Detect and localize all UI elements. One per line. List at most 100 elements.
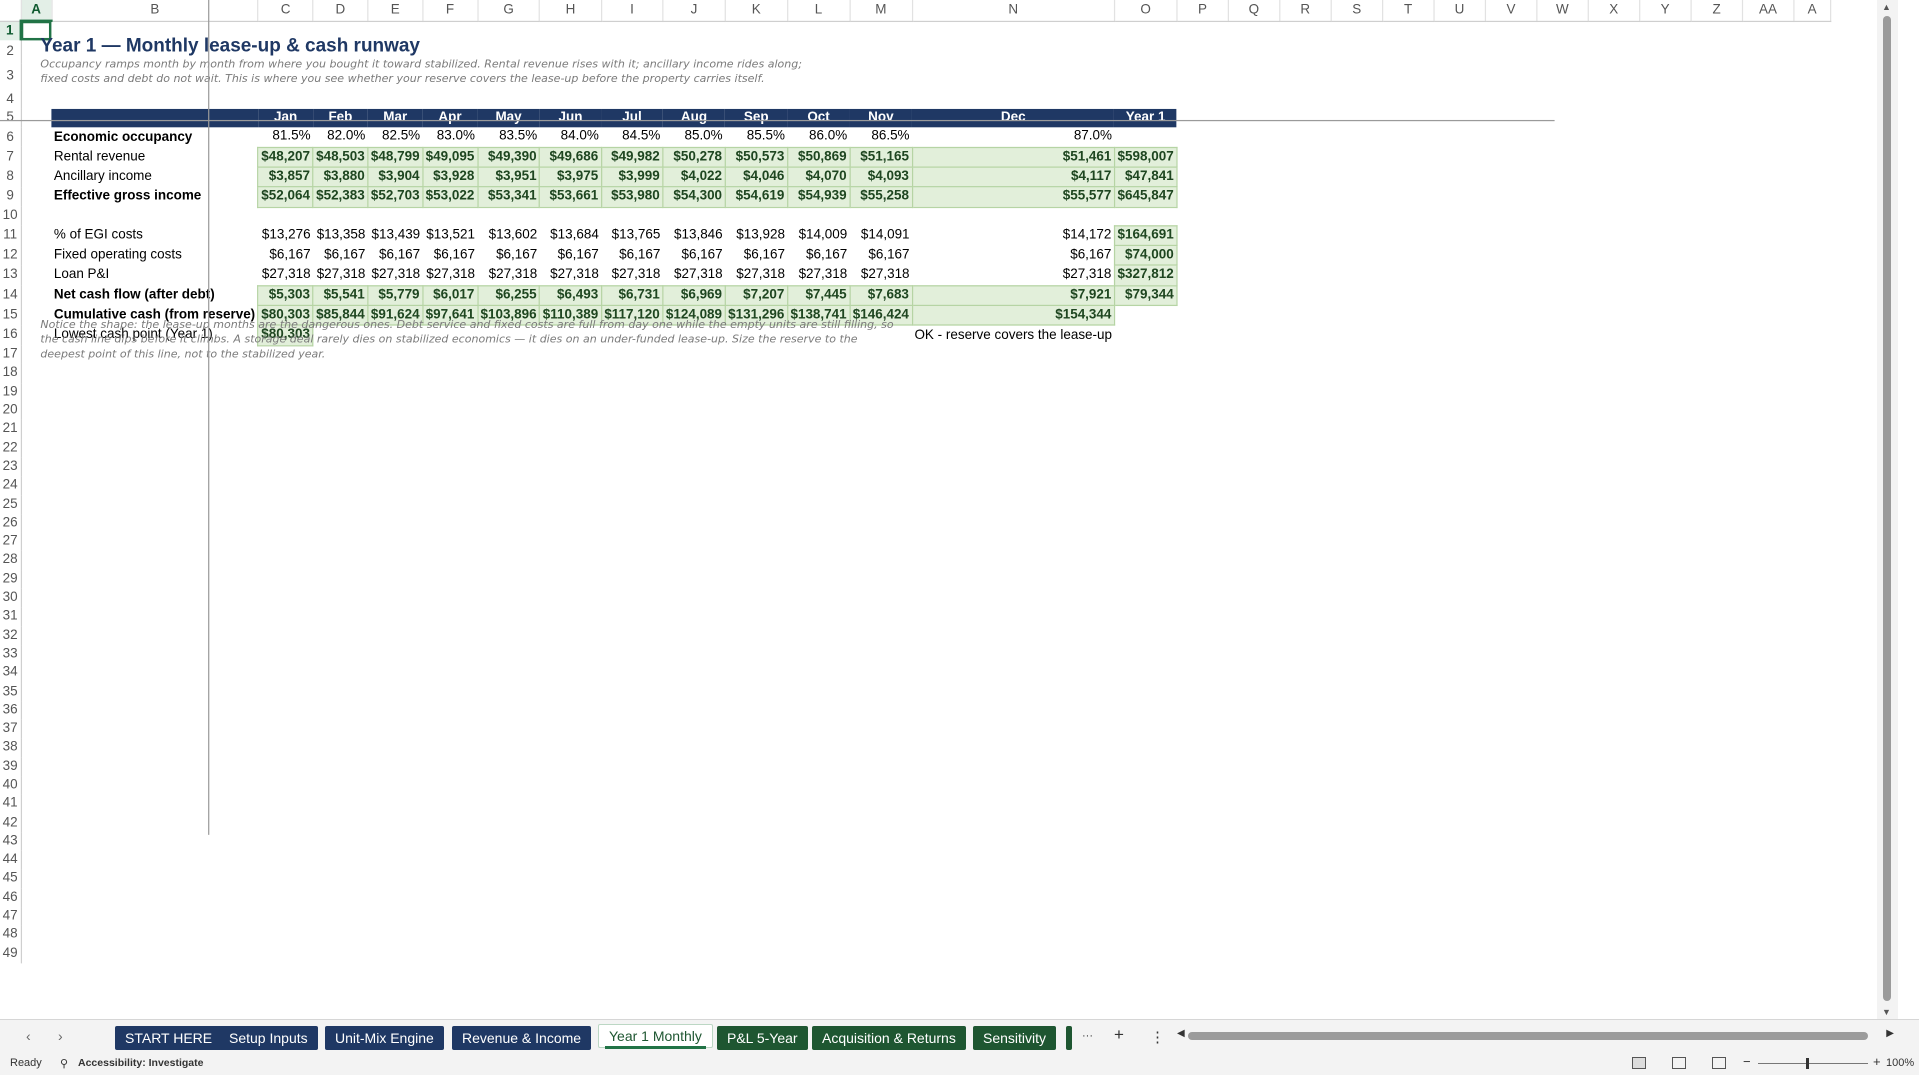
cell[interactable] (477, 458, 539, 477)
cell[interactable] (1177, 109, 1228, 128)
cell[interactable] (258, 757, 313, 776)
cell[interactable] (1485, 795, 1536, 814)
cell[interactable] (1280, 832, 1331, 851)
cell[interactable] (912, 589, 1114, 608)
cell[interactable] (1280, 21, 1331, 40)
cell[interactable] (725, 776, 787, 795)
cell[interactable] (1537, 364, 1588, 383)
cell[interactable] (601, 645, 663, 664)
cell[interactable] (423, 739, 478, 758)
cell[interactable] (1228, 945, 1279, 964)
cell[interactable] (1742, 589, 1793, 608)
cell[interactable] (1588, 383, 1639, 402)
cell[interactable] (725, 551, 787, 570)
cell[interactable] (1794, 682, 1831, 701)
cell[interactable] (1485, 907, 1536, 926)
cell[interactable] (1588, 286, 1639, 306)
value-cell[interactable]: $6,167 (258, 246, 313, 266)
column-header[interactable]: C (258, 0, 314, 22)
cell[interactable] (1794, 147, 1831, 167)
cell[interactable] (368, 776, 423, 795)
cell[interactable] (850, 589, 912, 608)
cell[interactable] (725, 514, 787, 533)
cell[interactable] (1434, 439, 1485, 458)
cell[interactable] (313, 626, 368, 645)
cell[interactable] (1331, 420, 1382, 439)
cell[interactable] (850, 551, 912, 570)
cell[interactable] (912, 207, 1114, 226)
cell[interactable] (21, 551, 52, 570)
cell[interactable] (1588, 345, 1639, 364)
column-header[interactable]: V (1485, 0, 1538, 22)
cell[interactable] (1794, 570, 1831, 589)
cell[interactable] (601, 476, 663, 495)
cell[interactable] (1331, 888, 1382, 907)
cell[interactable] (1228, 128, 1279, 147)
cell[interactable] (1280, 551, 1331, 570)
cell[interactable] (725, 626, 787, 645)
cell[interactable] (1114, 608, 1176, 627)
value-cell[interactable]: $27,318 (477, 266, 539, 286)
cell[interactable] (477, 776, 539, 795)
cell[interactable] (1691, 402, 1742, 421)
cell[interactable] (51, 364, 258, 383)
cell[interactable] (912, 439, 1114, 458)
cell[interactable] (1114, 720, 1176, 739)
cell[interactable] (1588, 364, 1639, 383)
cell[interactable] (1794, 907, 1831, 926)
cell[interactable] (51, 207, 258, 226)
cell[interactable] (1691, 207, 1742, 226)
cell[interactable] (1742, 682, 1793, 701)
cell[interactable] (368, 945, 423, 964)
cell[interactable] (850, 720, 912, 739)
cell[interactable] (1588, 90, 1639, 109)
cell[interactable] (477, 814, 539, 833)
cell[interactable] (477, 645, 539, 664)
cell[interactable] (1537, 420, 1588, 439)
row-header[interactable]: 34 (0, 663, 22, 683)
cell[interactable] (1177, 207, 1228, 226)
cell[interactable] (1691, 40, 1742, 63)
cell[interactable] (1794, 888, 1831, 907)
cell[interactable] (1588, 266, 1639, 286)
cell[interactable] (725, 420, 787, 439)
column-header[interactable]: M (849, 0, 913, 22)
cell[interactable] (423, 458, 478, 477)
cell[interactable] (1177, 420, 1228, 439)
cell[interactable] (1794, 63, 1831, 90)
row-header[interactable]: 1 (0, 20, 23, 41)
cell[interactable] (477, 476, 539, 495)
cell[interactable] (1280, 720, 1331, 739)
cell[interactable] (368, 608, 423, 627)
value-cell[interactable]: $3,975 (539, 166, 602, 188)
cell[interactable] (1485, 701, 1536, 720)
cell[interactable] (540, 402, 602, 421)
cell[interactable] (258, 945, 313, 964)
cell[interactable] (1485, 608, 1536, 627)
row-header[interactable]: 42 (0, 813, 22, 833)
cell[interactable] (787, 207, 849, 226)
cell[interactable] (1588, 226, 1639, 246)
cell[interactable] (1485, 757, 1536, 776)
cell[interactable] (1331, 364, 1382, 383)
cell[interactable] (1114, 63, 1176, 90)
cell[interactable] (313, 439, 368, 458)
cell[interactable] (1434, 664, 1485, 683)
cell[interactable] (1794, 757, 1831, 776)
cell[interactable] (1639, 325, 1690, 345)
cell[interactable] (1691, 109, 1742, 128)
cell[interactable] (663, 589, 725, 608)
cell[interactable] (368, 814, 423, 833)
value-cell[interactable]: $13,765 (601, 226, 663, 246)
cell[interactable] (1434, 128, 1485, 147)
cell[interactable] (1382, 305, 1433, 325)
cell[interactable] (725, 795, 787, 814)
cell[interactable] (1228, 907, 1279, 926)
cell[interactable] (477, 682, 539, 701)
cell[interactable] (51, 645, 258, 664)
cell[interactable] (51, 514, 258, 533)
cell[interactable] (1331, 701, 1382, 720)
cell[interactable] (1639, 207, 1690, 226)
cell[interactable] (1114, 776, 1176, 795)
cell[interactable] (601, 888, 663, 907)
